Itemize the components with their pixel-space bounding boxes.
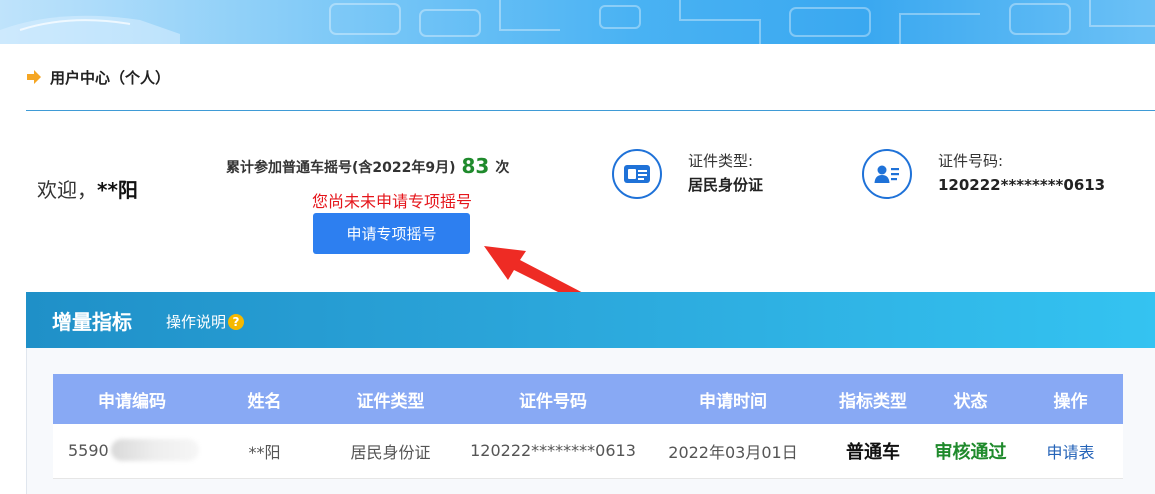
lottery-unit: 次 xyxy=(495,160,510,176)
question-icon[interactable]: ? xyxy=(228,313,245,330)
welcome-text: 欢迎，**阳 xyxy=(37,174,138,203)
cell-name: **阳 xyxy=(211,424,318,479)
apply-special-lottery-button[interactable]: 申请专项摇号 xyxy=(313,213,470,254)
section-divider xyxy=(26,110,1155,111)
contact-card-icon xyxy=(862,149,912,199)
col-header-code: 申请编码 xyxy=(53,374,211,424)
cell-quota-type: 普通车 xyxy=(823,424,923,479)
quota-table: 申请编码 姓名 证件类型 证件号码 申请时间 指标类型 状态 操作 5590 *… xyxy=(53,374,1123,479)
col-header-quota-type: 指标类型 xyxy=(823,374,923,424)
id-card-icon xyxy=(612,149,662,199)
user-name: **阳 xyxy=(97,178,138,202)
lottery-count: 83 xyxy=(461,154,490,178)
table-header-row: 申请编码 姓名 证件类型 证件号码 申请时间 指标类型 状态 操作 xyxy=(53,374,1123,424)
lottery-text: 累计参加普通车摇号(含2022年9月) xyxy=(226,160,456,176)
application-form-link[interactable]: 申请表 xyxy=(1018,424,1123,479)
top-banner xyxy=(0,0,1155,44)
cell-id-type: 居民身份证 xyxy=(318,424,463,479)
section-header: 用户中心（个人） xyxy=(26,66,170,88)
cell-time: 2022年03月01日 xyxy=(643,424,823,479)
special-lottery-notice: 您尚未未申请专项摇号 xyxy=(311,192,472,211)
col-header-id-number: 证件号码 xyxy=(463,374,643,424)
id-type-label: 证件类型: xyxy=(688,152,754,170)
quota-panel-header: 增量指标 操作说明? xyxy=(26,292,1155,348)
id-type-value: 居民身份证 xyxy=(688,176,764,194)
col-header-time: 申请时间 xyxy=(643,374,823,424)
id-type-block: 证件类型: 居民身份证 xyxy=(612,149,763,199)
welcome-prefix: 欢迎， xyxy=(37,178,97,202)
cell-code: 5590 xyxy=(53,424,211,479)
code-value: 5590 xyxy=(68,441,109,461)
id-number-block: 证件号码: 120222********0613 xyxy=(862,149,1105,199)
table-row: 5590 **阳 居民身份证 120222********0613 2022年0… xyxy=(53,424,1123,479)
col-header-status: 状态 xyxy=(923,374,1018,424)
panel-title: 增量指标 xyxy=(52,310,132,334)
cell-id-number: 120222********0613 xyxy=(463,424,643,479)
help-label: 操作说明 xyxy=(166,313,227,331)
id-number-label: 证件号码: xyxy=(938,152,1004,170)
lottery-summary: 累计参加普通车摇号(含2022年9月) 83 次 xyxy=(226,154,566,178)
id-number-value: 120222********0613 xyxy=(938,176,1106,194)
col-header-name: 姓名 xyxy=(211,374,318,424)
operation-help-link[interactable]: 操作说明? xyxy=(166,311,245,332)
banner-decoration xyxy=(0,0,1155,44)
col-header-action: 操作 xyxy=(1018,374,1123,424)
col-header-id-type: 证件类型 xyxy=(318,374,463,424)
redaction-blur xyxy=(111,439,199,461)
cell-status: 审核通过 xyxy=(923,424,1018,479)
section-title: 用户中心（个人） xyxy=(50,68,171,87)
arrow-right-icon xyxy=(27,70,41,84)
